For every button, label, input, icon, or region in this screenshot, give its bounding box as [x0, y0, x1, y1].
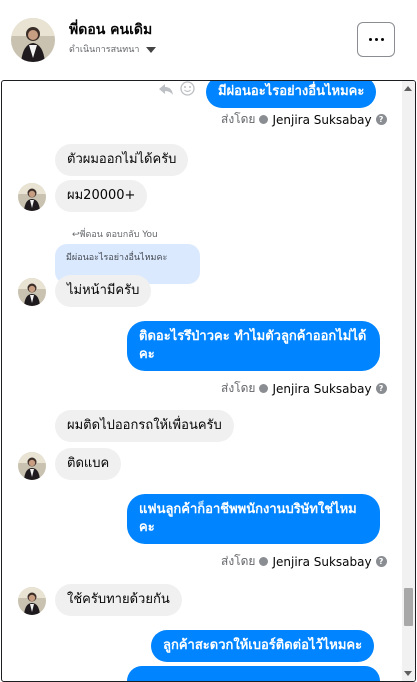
conversation-status[interactable]: ดำเนินการสนทนา: [69, 42, 157, 56]
message-actions: [158, 81, 195, 96]
scroll-up-icon[interactable]: [404, 86, 412, 91]
sender-avatar[interactable]: [18, 278, 46, 306]
help-icon[interactable]: ?: [375, 114, 387, 125]
seen-prefix: ส่งโดย: [221, 381, 256, 395]
scrollbar-thumb[interactable]: [404, 588, 413, 626]
message-thread[interactable]: มีผ่อนอะไรอย่างอื่นไหมคะ ส่งโดย Jenjira …: [1, 80, 416, 682]
reply-label-text: พี่ดอน ตอบกลับ You: [79, 230, 158, 240]
message-incoming[interactable]: ไม่หน้ามีครับ: [55, 275, 152, 307]
verified-icon: [259, 384, 269, 393]
seen-prefix: ส่งโดย: [221, 554, 256, 568]
more-icon-dot: [380, 38, 384, 41]
message-outgoing[interactable]: ติดอะไรรึป่าวคะ ทำไมตัวลูกค้าออกไม่ได้คะ: [127, 321, 380, 371]
emoji-icon[interactable]: [180, 81, 195, 96]
help-icon[interactable]: ?: [375, 556, 387, 567]
message-outgoing[interactable]: แฟนลูกค้าก็อาชีพพนักงานบริษัทใช่ไหมคะ: [127, 494, 380, 544]
more-icon-dot: [374, 38, 378, 41]
sender-avatar[interactable]: [18, 183, 46, 211]
conversation-header: พี่ดอน คนเดิม ดำเนินการสนทนา: [0, 0, 417, 80]
conversation-status-label: ดำเนินการสนทนา: [69, 45, 140, 55]
seen-indicator: ส่งโดย Jenjira Suksabay ?: [221, 379, 387, 398]
more-options-button[interactable]: [357, 22, 395, 57]
verified-icon: [259, 115, 269, 124]
message-incoming[interactable]: ติดแบค: [55, 448, 122, 480]
seen-prefix: ส่งโดย: [221, 112, 256, 126]
message-incoming[interactable]: ผมติดไปออกรถให้เพื่อนครับ: [55, 410, 234, 442]
seen-by-name: Jenjira Suksabay: [272, 112, 372, 127]
more-icon: [368, 38, 372, 41]
reply-icon[interactable]: [158, 82, 174, 96]
reply-label: ↩พี่ดอน ตอบกลับ You: [72, 227, 158, 241]
sender-avatar[interactable]: [18, 452, 46, 480]
message-outgoing[interactable]: มีผ่อนอะไรอย่างอื่นไหมคะ: [206, 81, 377, 108]
seen-by-name: Jenjira Suksabay: [272, 381, 372, 396]
contact-avatar[interactable]: [11, 18, 55, 62]
sender-avatar[interactable]: [18, 587, 46, 615]
verified-icon: [259, 557, 269, 566]
message-outgoing-partial[interactable]: [127, 666, 380, 681]
seen-indicator: ส่งโดย Jenjira Suksabay ?: [221, 110, 387, 129]
contact-name[interactable]: พี่ดอน คนเดิม: [69, 19, 152, 41]
message-incoming[interactable]: ตัวผมออกไม่ได้ครับ: [55, 144, 189, 176]
message-incoming[interactable]: ใช้ครับทายด้วยกัน: [55, 584, 182, 616]
scrollbar[interactable]: [402, 81, 415, 681]
message-outgoing[interactable]: ลูกค้าสะดวกให้เบอร์ติดต่อไว้ไหมคะ: [151, 630, 375, 662]
help-icon[interactable]: ?: [375, 383, 387, 394]
seen-by-name: Jenjira Suksabay: [272, 554, 372, 569]
message-incoming[interactable]: ผม20000+: [55, 180, 148, 212]
reply-icon: ↩: [72, 230, 80, 240]
scroll-down-icon[interactable]: [404, 671, 412, 676]
chevron-down-icon[interactable]: [146, 46, 157, 53]
seen-indicator: ส่งโดย Jenjira Suksabay ?: [221, 552, 387, 571]
